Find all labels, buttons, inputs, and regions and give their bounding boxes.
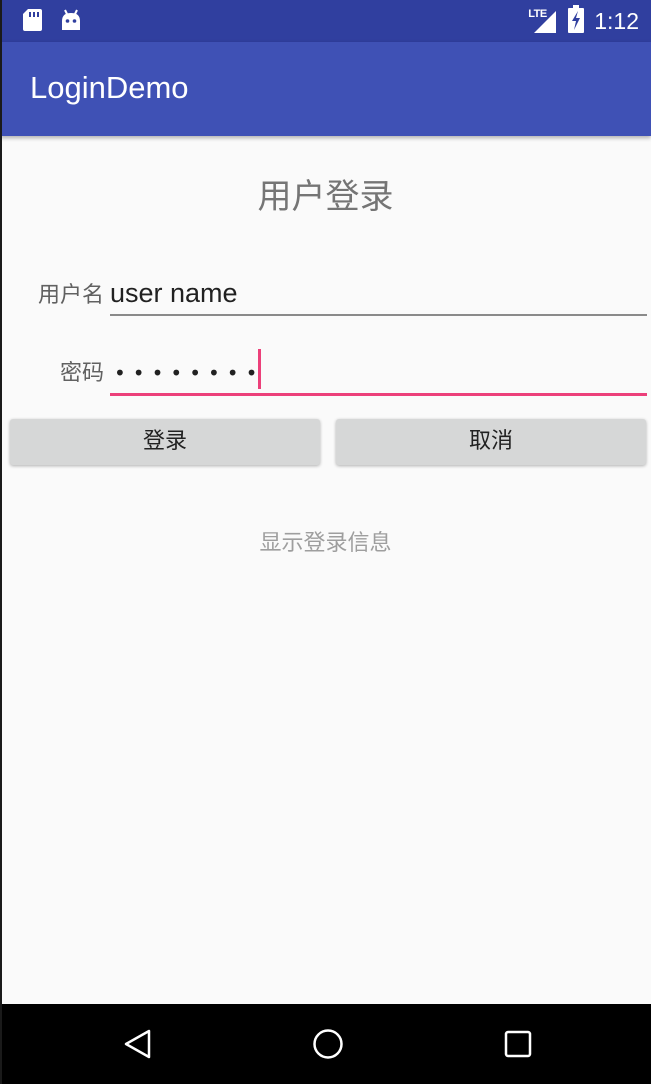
battery-charging-icon (568, 5, 585, 37)
password-value: •••••••• (114, 361, 265, 385)
login-button[interactable]: 登录 (10, 419, 320, 465)
password-field[interactable]: •••••••• (110, 349, 647, 396)
signal-icon: LTE (528, 8, 558, 34)
navigation-bar (0, 1004, 651, 1084)
login-info-text: 显示登录信息 (259, 531, 392, 556)
status-bar: LTE 1:12 (0, 0, 651, 42)
android-icon (60, 8, 82, 36)
recent-apps-icon[interactable] (502, 1028, 534, 1060)
app-title: LoginDemo (30, 70, 189, 105)
password-label: 密码 (59, 361, 104, 386)
status-time: 1:12 (594, 8, 639, 34)
text-cursor (258, 349, 261, 389)
back-icon[interactable] (122, 1028, 154, 1060)
app-bar: LoginDemo (0, 42, 651, 136)
sd-card-icon (22, 8, 42, 36)
login-screen: 用户登录 用户名 user name 密码 •••••••• 登录 取消 显示登… (0, 136, 651, 1004)
username-field[interactable]: user name (110, 274, 647, 316)
cancel-button[interactable]: 取消 (336, 419, 646, 465)
notification-icons (22, 8, 82, 36)
page-title: 用户登录 (257, 177, 394, 217)
system-indicators: LTE 1:12 (528, 5, 639, 37)
window-frame (0, 0, 2, 1084)
username-value: user name (110, 278, 238, 308)
home-icon[interactable] (312, 1028, 344, 1060)
username-label: 用户名 (37, 283, 104, 308)
